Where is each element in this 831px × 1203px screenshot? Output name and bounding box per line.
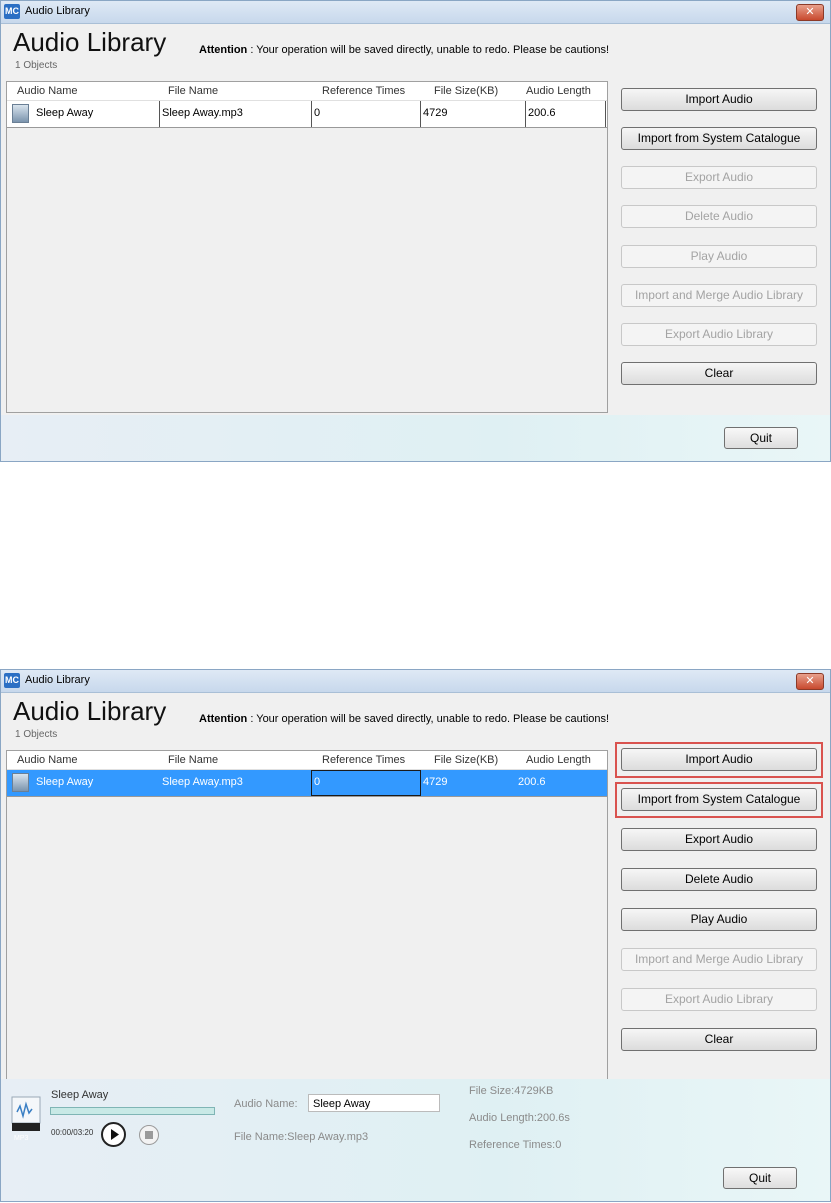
- cell-file-name: Sleep Away.mp3: [162, 107, 243, 119]
- player-track-name: Sleep Away: [51, 1089, 109, 1101]
- cell-divider: [525, 101, 526, 127]
- play-audio-button[interactable]: Play Audio: [621, 245, 817, 268]
- file-type-badge: MP3: [14, 1135, 29, 1142]
- play-icon[interactable]: [101, 1122, 126, 1147]
- object-count: 1 Objects: [15, 729, 58, 740]
- import-system-catalogue-button[interactable]: Import from System Catalogue: [621, 127, 817, 150]
- cell-audio-length: 200.6: [518, 776, 546, 788]
- cell-file-size: 4729: [423, 776, 448, 788]
- attention-label: Attention: [199, 713, 248, 725]
- audio-library-window-1: MC Audio Library ✕ Audio Library Attenti…: [0, 0, 831, 462]
- file-name-info: File Name:Sleep Away.mp3: [234, 1131, 369, 1143]
- column-header-reference-times[interactable]: Reference Times: [322, 754, 405, 766]
- clear-button[interactable]: Clear: [621, 362, 817, 385]
- cell-audio-name: Sleep Away: [36, 107, 94, 119]
- close-icon[interactable]: ✕: [796, 4, 824, 21]
- page-title: Audio Library: [13, 27, 167, 57]
- export-audio-button[interactable]: Export Audio: [621, 828, 817, 851]
- cell-file-size: 4729: [423, 107, 448, 119]
- import-audio-button[interactable]: Import Audio: [621, 88, 817, 111]
- audio-file-icon: [12, 773, 29, 792]
- export-library-button[interactable]: Export Audio Library: [621, 323, 817, 346]
- table-header: Audio Name File Name Reference Times Fil…: [7, 751, 607, 770]
- cell-audio-name: Sleep Away: [36, 776, 94, 788]
- import-merge-library-button[interactable]: Import and Merge Audio Library: [621, 948, 817, 971]
- close-icon[interactable]: ✕: [796, 673, 824, 690]
- audio-table: Audio Name File Name Reference Times Fil…: [6, 750, 608, 1081]
- attention-message: Attention : Your operation will be saved…: [199, 713, 609, 725]
- cell-reference-times: 0: [314, 776, 321, 788]
- delete-audio-button[interactable]: Delete Audio: [621, 868, 817, 891]
- cell-divider: [159, 101, 160, 127]
- quit-button[interactable]: Quit: [723, 1167, 797, 1189]
- quit-button[interactable]: Quit: [724, 427, 798, 449]
- import-merge-library-button[interactable]: Import and Merge Audio Library: [621, 284, 817, 307]
- title-bar: MC Audio Library ✕: [1, 1, 830, 24]
- reference-times-info: Reference Times:0: [469, 1139, 562, 1151]
- export-audio-button[interactable]: Export Audio: [621, 166, 817, 189]
- window-title: Audio Library: [25, 5, 90, 17]
- column-header-file-name[interactable]: File Name: [168, 754, 218, 766]
- attention-text: : Your operation will be saved directly,…: [247, 44, 610, 56]
- cell-divider: [605, 101, 606, 127]
- audio-file-icon: [11, 1096, 41, 1131]
- column-header-audio-length[interactable]: Audio Length: [526, 85, 591, 97]
- stop-icon[interactable]: [139, 1125, 159, 1145]
- stop-glyph: [145, 1131, 153, 1139]
- clear-button[interactable]: Clear: [621, 1028, 817, 1051]
- import-system-catalogue-button[interactable]: Import from System Catalogue: [621, 788, 817, 811]
- delete-audio-button[interactable]: Delete Audio: [621, 205, 817, 228]
- cell-reference-times: 0: [314, 107, 321, 119]
- attention-label: Attention: [199, 44, 248, 56]
- file-size-info: File Size:4729KB: [469, 1085, 554, 1097]
- cell-divider: [420, 101, 421, 127]
- playback-time: 00:00/03:20: [51, 1128, 94, 1137]
- audio-library-window-2: MC Audio Library ✕ Audio Library Attenti…: [0, 669, 831, 1202]
- column-header-file-name[interactable]: File Name: [168, 85, 218, 97]
- attention-text: : Your operation will be saved directly,…: [247, 713, 610, 725]
- cell-divider: [311, 101, 312, 127]
- object-count: 1 Objects: [15, 60, 58, 71]
- export-library-button[interactable]: Export Audio Library: [621, 988, 817, 1011]
- footer-bar: [1, 415, 830, 461]
- table-row[interactable]: Sleep Away Sleep Away.mp3 0 4729 200.6: [7, 101, 607, 128]
- audio-length-info: Audio Length:200.6s: [469, 1112, 570, 1124]
- app-icon: MC: [4, 4, 20, 19]
- page-title: Audio Library: [13, 696, 167, 726]
- column-header-audio-name[interactable]: Audio Name: [17, 85, 78, 97]
- audio-file-icon: [12, 104, 29, 123]
- table-header: Audio Name File Name Reference Times Fil…: [7, 82, 607, 101]
- window-title: Audio Library: [25, 674, 90, 686]
- title-bar: MC Audio Library ✕: [1, 670, 830, 693]
- audio-name-input[interactable]: Sleep Away: [308, 1094, 440, 1112]
- audio-table: Audio Name File Name Reference Times Fil…: [6, 81, 608, 413]
- column-header-audio-length[interactable]: Audio Length: [526, 754, 591, 766]
- play-audio-button[interactable]: Play Audio: [621, 908, 817, 931]
- column-header-file-size[interactable]: File Size(KB): [434, 754, 498, 766]
- column-header-file-size[interactable]: File Size(KB): [434, 85, 498, 97]
- column-header-audio-name[interactable]: Audio Name: [17, 754, 78, 766]
- cell-audio-length: 200.6: [528, 107, 556, 119]
- focused-cell[interactable]: [311, 770, 421, 796]
- playback-progress-bar[interactable]: [50, 1107, 215, 1115]
- audio-name-label: Audio Name:: [234, 1098, 298, 1110]
- cell-file-name: Sleep Away.mp3: [162, 776, 243, 788]
- table-row-selected[interactable]: Sleep Away Sleep Away.mp3 0 4729 200.6: [7, 770, 607, 797]
- column-header-reference-times[interactable]: Reference Times: [322, 85, 405, 97]
- attention-message: Attention : Your operation will be saved…: [199, 44, 609, 56]
- import-audio-button[interactable]: Import Audio: [621, 748, 817, 771]
- player-panel: MP3 Sleep Away 00:00/03:20 Audio Name: S…: [1, 1079, 830, 1201]
- app-icon: MC: [4, 673, 20, 688]
